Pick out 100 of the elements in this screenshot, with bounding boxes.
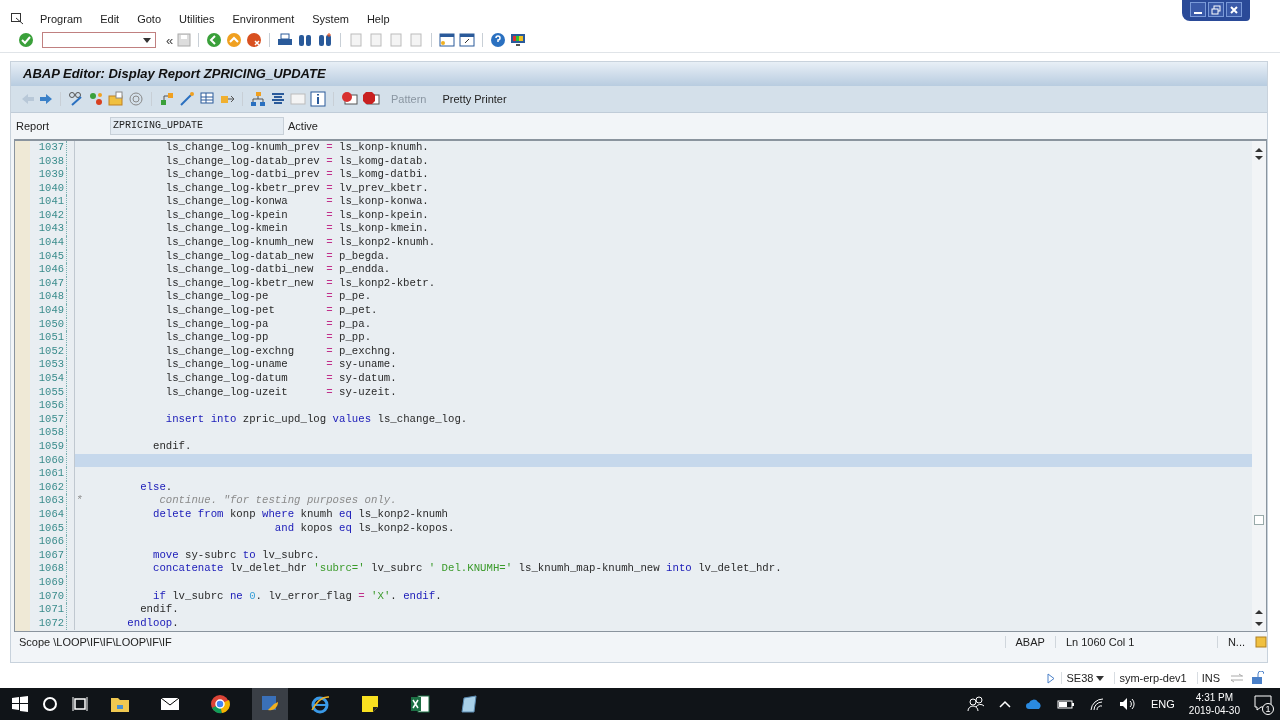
line-number: 1064 — [30, 507, 67, 522]
code-line: delete from konp where knumh eq ls_konp2-knumh — [151, 507, 449, 520]
line-number: 1071 — [30, 603, 67, 617]
mail-icon[interactable] — [160, 696, 180, 712]
vertical-scrollbar[interactable] — [1252, 140, 1266, 631]
task-view-icon[interactable] — [72, 696, 88, 712]
input-language[interactable]: ENG — [1151, 698, 1175, 710]
restore-button[interactable] — [1208, 2, 1224, 17]
play-icon[interactable] — [1047, 672, 1056, 684]
menu-item[interactable]: Utilities — [179, 12, 215, 25]
volume-icon[interactable] — [1119, 697, 1137, 711]
binoculars-plus-icon[interactable] — [317, 32, 334, 49]
screen-title: ABAP Editor: Display Report ZPRICING_UPDATE — [23, 66, 326, 82]
folder-icon[interactable] — [110, 695, 130, 713]
code-line: concatenate lv_delet_hdr 'subrc=' lv_subrc ' Del.KNUMH=' ls_knumh_map-knumh_new into lv_delet_hdr. — [151, 562, 782, 575]
code-line: ls_change_log-konwa = ls_konp-konwa. — [164, 195, 429, 208]
internet-explorer-icon[interactable] — [310, 694, 330, 714]
search-icon[interactable] — [42, 696, 58, 712]
glasses-pencil-icon[interactable] — [68, 90, 84, 107]
battery-icon[interactable] — [1057, 698, 1075, 710]
command-field[interactable] — [42, 32, 156, 49]
code-line: ls_change_log-pe = p_pe. — [164, 290, 372, 303]
forward-arrow-icon[interactable] — [39, 92, 53, 105]
line-number: 1055 — [30, 385, 67, 400]
people-icon[interactable] — [967, 696, 985, 712]
menu-icon[interactable] — [11, 12, 24, 25]
system-name: sym-erp-dev1 — [1114, 672, 1191, 685]
close-button[interactable] — [1226, 2, 1242, 17]
spreadsheet-icon[interactable] — [410, 694, 430, 714]
toolbar-button[interactable]: Pretty Printer — [436, 90, 513, 107]
binoculars-icon[interactable] — [297, 32, 314, 49]
check-icon[interactable] — [18, 32, 34, 49]
line-number: 1044 — [30, 236, 67, 250]
code-line: ls_change_log-exchng = p_exchng. — [164, 344, 397, 357]
history-toggle[interactable]: « — [166, 32, 174, 48]
monitor-icon[interactable] — [510, 32, 527, 49]
line-number: 1060 — [30, 453, 67, 468]
code-line: ls_change_log-knumh_new = ls_konp2-knumh. — [164, 236, 436, 249]
lock-icon[interactable] — [1250, 671, 1264, 686]
menu-item[interactable]: System — [312, 12, 349, 25]
window-icon[interactable] — [459, 32, 476, 49]
wand-icon[interactable] — [179, 90, 195, 107]
code-line: if lv_subrc ne 0. lv_error_flag = 'X'. endif. — [151, 589, 442, 602]
new-window-icon[interactable] — [439, 32, 456, 49]
arrow-down-icon[interactable] — [1255, 621, 1263, 627]
code-line: ls_change_log-kpein = ls_konp-kpein. — [164, 208, 429, 221]
caret-icon — [143, 37, 151, 43]
menu-item[interactable]: Environment — [232, 12, 295, 25]
align-icon[interactable] — [270, 90, 286, 107]
report-field[interactable]: ZPRICING_UPDATE — [110, 116, 284, 135]
notepad-app-icon[interactable] — [460, 694, 480, 714]
breakpoint-icon[interactable] — [341, 90, 359, 107]
line-number: 1038 — [30, 154, 67, 169]
arrow-up-icon[interactable] — [1255, 146, 1263, 152]
info-icon[interactable] — [310, 90, 326, 107]
arrow-down-icon[interactable] — [1255, 155, 1263, 161]
line-number: 1069 — [30, 575, 67, 590]
line-number: 1070 — [30, 589, 67, 604]
chevron-up-icon[interactable] — [999, 700, 1011, 708]
scroll-thumb[interactable] — [1254, 514, 1264, 525]
cancel-icon[interactable] — [246, 32, 263, 49]
menu-item[interactable]: Edit — [100, 12, 120, 25]
arrow-up-icon[interactable] — [1255, 608, 1263, 614]
code-line: * continue. "for testing purposes only. — [76, 494, 397, 507]
insert-mode: INS — [1196, 672, 1224, 685]
code-line: and kopos eq ls_konp2-kopos. — [273, 521, 455, 534]
code-line: insert into zpric_upd_log values ls_change_log. — [164, 412, 468, 425]
browser-icon[interactable] — [210, 694, 230, 714]
code-line: ls_change_log-datbi_new = p_endda. — [164, 263, 391, 276]
code-line: ls_change_log-datbi_prev = ls_komg-datbi. — [164, 168, 429, 181]
line-number: 1046 — [30, 263, 67, 277]
minimize-button[interactable] — [1190, 2, 1206, 17]
code-line: endif. — [151, 439, 192, 452]
sticky-note-icon[interactable] — [361, 695, 379, 713]
line-number: 1059 — [30, 439, 67, 454]
line-number: 1037 — [30, 140, 67, 155]
line-number: 1068 — [30, 562, 67, 576]
code-line: else. — [139, 480, 173, 493]
wifi-icon[interactable] — [1089, 697, 1105, 711]
close-icon — [1229, 4, 1239, 15]
code-line: ls_change_log-datum = sy-datum. — [164, 372, 397, 384]
line-number: 1061 — [30, 467, 67, 481]
cloud-icon[interactable] — [1025, 698, 1043, 710]
notepad-icon[interactable] — [1255, 635, 1267, 648]
line-number: 1050 — [30, 317, 67, 332]
table-icon[interactable] — [199, 90, 215, 107]
clock[interactable]: 4:31 PM 2019-04-30 — [1188, 691, 1240, 717]
line-number: 1066 — [30, 535, 67, 549]
line-number: 1043 — [30, 222, 67, 237]
transaction-dropdown[interactable]: SE38 — [1061, 672, 1109, 685]
menu-item[interactable]: Program — [40, 12, 83, 25]
menu-item[interactable]: Goto — [137, 12, 161, 25]
scope-text: Scope \LOOP\IF\IF\LOOP\IF\IF — [18, 635, 173, 648]
restore-icon — [1211, 4, 1221, 15]
stop-icon[interactable] — [363, 90, 381, 107]
help-icon[interactable] — [490, 32, 507, 49]
start-icon[interactable] — [12, 696, 28, 712]
tree-icon[interactable] — [250, 90, 266, 107]
menu-item[interactable]: Help — [366, 12, 390, 25]
back-icon[interactable] — [206, 32, 223, 49]
